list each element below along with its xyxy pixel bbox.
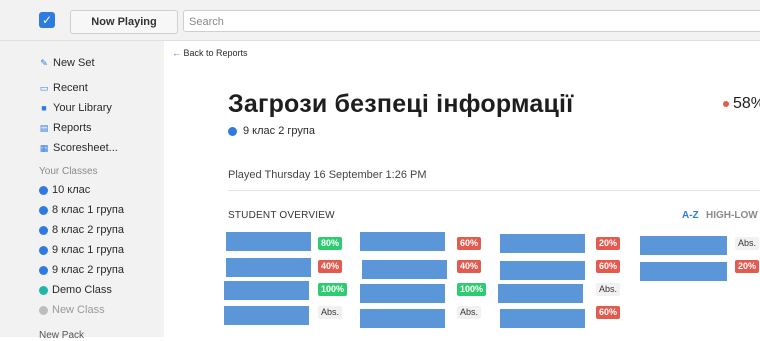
class-label[interactable]: 9 клас 2 група xyxy=(228,125,315,137)
sidebar-item-class[interactable]: 9 клас 1 група xyxy=(39,244,124,256)
back-link-label: Back to Reports xyxy=(183,48,248,58)
student-score-badge: Abs. xyxy=(318,306,343,319)
sidebar-item-label: Demo Class xyxy=(52,284,112,296)
page-title: Загрози безпеці інформації xyxy=(228,90,574,118)
student-score-badge: 20% xyxy=(735,260,760,273)
score-dot-icon xyxy=(723,100,729,107)
overall-score: 58% xyxy=(723,95,760,113)
class-dot-icon xyxy=(39,185,48,195)
your-classes-heading: Your Classes xyxy=(39,166,98,177)
student-name-redacted[interactable] xyxy=(360,284,445,303)
search-input[interactable]: Search xyxy=(183,10,760,32)
student-name-redacted[interactable] xyxy=(226,232,311,251)
student-name-redacted[interactable] xyxy=(360,232,445,251)
student-score-badge: 40% xyxy=(457,260,482,273)
add-icon xyxy=(39,305,48,315)
student-name-redacted[interactable] xyxy=(360,309,445,328)
sidebar-item-label: Your Library xyxy=(53,102,112,114)
recent-icon: ▭ xyxy=(39,83,49,93)
student-score-badge: 80% xyxy=(318,237,343,250)
sidebar-item-new-set[interactable]: ✎ New Set xyxy=(39,57,95,69)
grid-icon: ▦ xyxy=(39,143,49,153)
class-dot-icon xyxy=(39,205,48,215)
student-score-badge: Abs. xyxy=(735,237,760,250)
app-logo-icon[interactable]: ✓ xyxy=(39,12,55,28)
student-score-badge: 60% xyxy=(596,306,621,319)
back-to-reports-link[interactable]: ← Back to Reports xyxy=(172,48,248,58)
student-name-redacted[interactable] xyxy=(224,306,309,325)
student-overview-heading: STUDENT OVERVIEW xyxy=(228,210,335,221)
class-dot-icon xyxy=(39,265,48,275)
student-score-badge: Abs. xyxy=(457,306,482,319)
sidebar-item-label: New Class xyxy=(52,304,105,316)
edit-icon: ✎ xyxy=(40,58,48,68)
student-score-badge: 60% xyxy=(457,237,482,250)
divider xyxy=(228,190,760,191)
student-score-badge: Abs. xyxy=(596,283,621,296)
sidebar-item-label: New Set xyxy=(53,57,95,69)
new-pack-heading[interactable]: New Pack xyxy=(39,330,84,341)
student-name-redacted[interactable] xyxy=(500,309,585,328)
class-dot-icon xyxy=(228,126,237,136)
student-name-redacted[interactable] xyxy=(498,284,583,303)
student-score-badge: 20% xyxy=(596,237,621,250)
student-score-badge: 60% xyxy=(596,260,621,273)
class-name: 9 клас 2 група xyxy=(243,125,315,137)
sort-high-low-button[interactable]: HIGH-LOW xyxy=(706,210,758,221)
student-name-redacted[interactable] xyxy=(500,234,585,253)
sort-az-button[interactable]: A-Z xyxy=(682,210,699,221)
sidebar-item-label: Scoresheet... xyxy=(53,142,118,154)
student-name-redacted[interactable] xyxy=(500,261,585,280)
played-timestamp: Played Thursday 16 September 1:26 PM xyxy=(228,169,427,181)
sidebar-item-scoresheet[interactable]: ▦ Scoresheet... xyxy=(39,142,118,154)
score-value: 58% xyxy=(733,95,760,112)
sidebar-item-class[interactable]: Demo Class xyxy=(39,284,112,296)
top-bar: ✓ Now Playing Search xyxy=(0,0,760,41)
student-name-redacted[interactable] xyxy=(362,260,447,279)
sidebar-item-label: 9 клас 1 група xyxy=(52,244,124,256)
arrow-left-icon: ← xyxy=(172,48,181,58)
folder-icon: ■ xyxy=(41,103,47,113)
student-score-badge: 100% xyxy=(318,283,348,296)
sidebar-item-class[interactable]: 10 клас xyxy=(39,184,90,196)
sidebar-item-your-library[interactable]: ■ Your Library xyxy=(39,102,112,114)
sidebar-item-class[interactable]: 8 клас 2 група xyxy=(39,224,124,236)
student-score-badge: 100% xyxy=(457,283,487,296)
sidebar-item-recent[interactable]: ▭ Recent xyxy=(39,82,88,94)
class-dot-icon xyxy=(39,225,48,235)
sidebar-item-label: 9 клас 2 група xyxy=(52,264,124,276)
sidebar-item-reports[interactable]: ▤ Reports xyxy=(39,122,92,134)
student-name-redacted[interactable] xyxy=(224,281,309,300)
now-playing-button[interactable]: Now Playing xyxy=(70,10,178,34)
sidebar-item-class[interactable]: 8 клас 1 група xyxy=(39,204,124,216)
student-name-redacted[interactable] xyxy=(640,236,727,255)
reports-icon: ▤ xyxy=(39,123,49,133)
sidebar-item-label: 8 клас 2 група xyxy=(52,224,124,236)
sidebar-item-label: Reports xyxy=(53,122,92,134)
class-dot-icon xyxy=(39,285,48,295)
sidebar-item-label: Recent xyxy=(53,82,88,94)
class-dot-icon xyxy=(39,245,48,255)
sidebar-item-label: 8 клас 1 група xyxy=(52,204,124,216)
student-name-redacted[interactable] xyxy=(640,262,727,281)
sidebar-item-class[interactable]: 9 клас 2 група xyxy=(39,264,124,276)
student-name-redacted[interactable] xyxy=(226,258,311,277)
sidebar-item-label: 10 клас xyxy=(52,184,91,196)
student-score-badge: 40% xyxy=(318,260,343,273)
sidebar-item-new-class[interactable]: New Class xyxy=(39,304,105,316)
sidebar: ✎ New Set ▭ Recent ■ Your Library ▤ Repo… xyxy=(0,41,164,341)
